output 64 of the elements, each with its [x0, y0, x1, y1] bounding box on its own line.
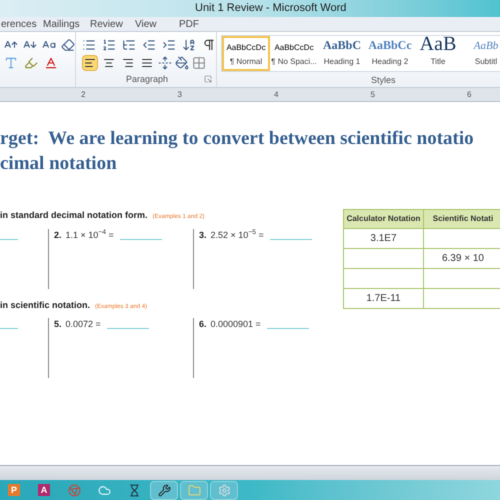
group-label: Styles [371, 74, 397, 87]
style-option[interactable]: AaBbCcDc ¶ No Spaci... [270, 36, 318, 70]
problem-number: 2. [54, 228, 62, 242]
problem-number: 5. [54, 318, 62, 331]
style-name: Subtitl [474, 56, 498, 68]
style-name: Title [430, 56, 446, 68]
pilcrow-icon[interactable] [202, 38, 216, 52]
section-title: in standard decimal notation form. [0, 209, 148, 222]
line-spacing-icon[interactable] [158, 56, 172, 70]
decrease-indent-icon[interactable] [142, 38, 156, 52]
clear-formatting-icon[interactable] [61, 38, 75, 52]
style-option[interactable]: AaBbC Heading 1 [318, 36, 366, 70]
style-preview: AaBbCcDc [274, 42, 314, 54]
hourglass-icon[interactable] [128, 484, 140, 496]
problem-number: 6. [199, 318, 207, 331]
ruler-number: 2 [81, 89, 86, 101]
app-icon[interactable]: A [38, 484, 50, 496]
ribbon-tab[interactable]: Review [89, 16, 134, 32]
shading-icon[interactable] [175, 56, 189, 70]
taskbar-button[interactable] [150, 480, 178, 500]
ribbon-tab[interactable]: erences [0, 16, 42, 32]
window-title: Unit 1 Review - Microsoft Word [195, 1, 346, 16]
ruler-number: 3 [178, 89, 182, 101]
column-header: Calculator Notation [344, 210, 424, 228]
numbering-icon[interactable] [102, 38, 116, 52]
heading-line: cimal notation [0, 152, 118, 176]
column-header: Scientific Notati [423, 210, 500, 228]
style-preview: AaBbCcDc [226, 42, 266, 54]
increase-indent-icon[interactable] [162, 38, 176, 52]
ribbon-tab[interactable]: PDF [178, 16, 218, 32]
style-name: Heading 1 [324, 56, 360, 68]
style-preview: AaBb [474, 38, 498, 54]
font-color-icon[interactable] [44, 56, 58, 70]
ribbon-tab[interactable]: View [134, 16, 178, 32]
sort-icon[interactable] [182, 38, 196, 52]
style-option[interactable]: AaBb Subtitl [462, 36, 500, 70]
tool-icon[interactable] [158, 484, 170, 496]
group-label: Paragraph [126, 72, 168, 86]
multilevel-list-icon[interactable] [122, 38, 136, 52]
style-name: ¶ Normal [230, 56, 262, 68]
style-preview: AaB [420, 38, 456, 54]
style-preview: AaBbCc [368, 38, 412, 54]
style-option[interactable]: AaBbCc Heading 2 [366, 36, 414, 70]
ruler-number: 5 [370, 89, 375, 101]
section-title: in scientific notation. [0, 298, 90, 312]
style-name: Heading 2 [372, 56, 408, 68]
ruler-number: 4 [274, 89, 278, 101]
table-cell: 1.7E-11 [344, 288, 424, 308]
highlighter-icon[interactable] [24, 56, 38, 70]
style-option[interactable]: AaBbCcDc ¶ Normal [222, 36, 270, 70]
problem-expression: 2.52 × 10$^{−5}$ = [210, 228, 264, 242]
style-preview: AaBbC [322, 38, 361, 54]
heading-line: rget: We are learning to convert between scientific notatio [0, 127, 475, 151]
problem-number: 3. [199, 228, 207, 242]
cloud-icon[interactable] [98, 484, 110, 496]
table-cell: 3.1E7 [344, 228, 424, 248]
dialog-launcher-icon[interactable] [204, 75, 212, 84]
ribbon-tab[interactable]: Mailings [42, 16, 89, 32]
problem-expression: 0.0072 = [66, 318, 101, 331]
ruler-number: 6 [467, 89, 472, 101]
style-name: ¶ No Spaci... [271, 56, 317, 68]
problem-expression: 1.1 × 10$^{−4}$ = [66, 228, 114, 242]
style-option[interactable]: AaB Title [414, 36, 462, 70]
problem-expression: 0.0000901 = [210, 318, 261, 331]
